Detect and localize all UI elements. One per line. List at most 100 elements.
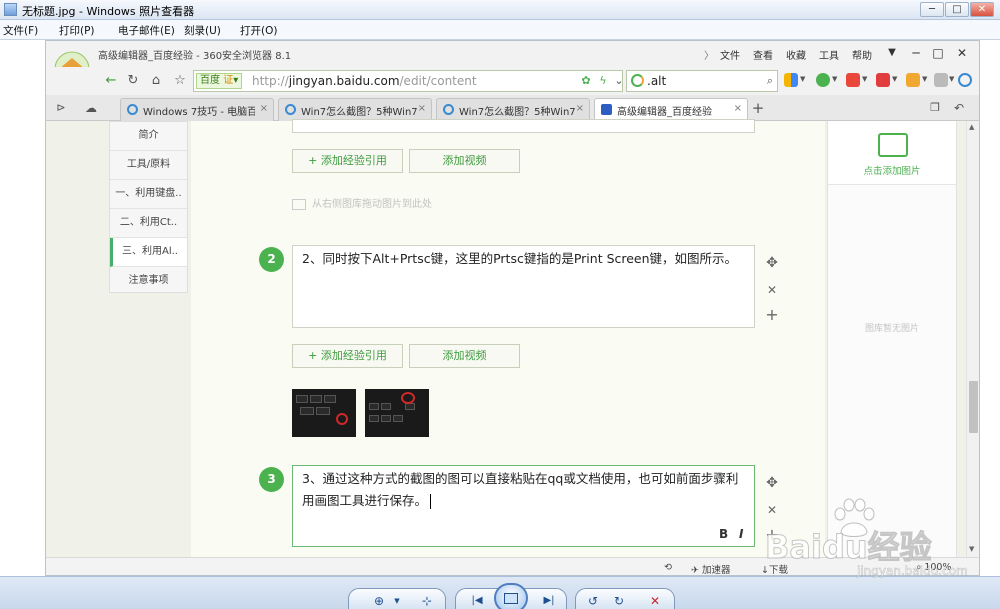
home-icon[interactable]: ⌂ (147, 72, 165, 90)
new-tab-button[interactable]: + (749, 99, 767, 117)
browser-close-button[interactable]: ✕ (954, 45, 970, 61)
menu-file[interactable]: 文件(F) (3, 23, 38, 38)
slideshow-button[interactable] (494, 583, 528, 609)
actual-size-icon[interactable]: ⊹ (418, 593, 436, 609)
menu-open[interactable]: 打开(O) (240, 23, 277, 38)
move-icon[interactable]: ✥ (764, 475, 780, 491)
nav-item-intro[interactable]: 简介 (110, 122, 187, 151)
browser-menu-favorites[interactable]: 收藏 (786, 47, 806, 62)
close-button[interactable]: ✕ (970, 2, 994, 17)
menu-email[interactable]: 电子邮件(E) (118, 23, 175, 38)
refresh-icon[interactable]: ↻ (124, 72, 142, 90)
tab-label: Win7怎么截图？5种Win7截 (301, 107, 417, 118)
tab-close-icon[interactable]: × (418, 103, 426, 114)
lightning-speed-icon[interactable]: ϟ (596, 74, 610, 88)
maximize-button[interactable]: □ (945, 2, 969, 17)
star-favorite-icon[interactable]: ☆ (171, 72, 189, 90)
nav-item-notes[interactable]: 注意事项 (110, 267, 187, 296)
italic-button[interactable]: I (739, 527, 743, 541)
tab-windows7-tips[interactable]: Windows 7技巧 - 电脑百科 × (120, 98, 274, 121)
search-icon[interactable]: ⌕ (767, 74, 773, 88)
shield-icon[interactable] (816, 73, 830, 87)
shirt-skin-icon[interactable]: ▼ (884, 45, 900, 61)
search-box[interactable]: ⌕ (626, 70, 778, 92)
watermark-brand: Baidu经验 (765, 528, 933, 567)
menu-print[interactable]: 打印(P) (59, 23, 95, 38)
chevron-down-icon[interactable]: ⌄ (612, 74, 626, 88)
next-image-icon[interactable]: ▶| (540, 593, 558, 609)
tab-advanced-editor[interactable]: 高级编辑器_百度经验 × (594, 98, 748, 121)
fire-icon[interactable] (846, 73, 860, 87)
browser-menu-file[interactable]: 文件 (720, 47, 740, 62)
search-engine-icon[interactable] (631, 74, 644, 87)
tab-close-icon[interactable]: × (576, 103, 584, 114)
tab-close-icon[interactable]: × (260, 103, 268, 114)
menu-burn[interactable]: 刻录(U) (184, 23, 221, 38)
address-url[interactable]: http://jingyan.baidu.com/edit/content (252, 74, 477, 88)
browser-maximize-button[interactable]: □ (930, 45, 946, 61)
zoom-search-icon[interactable] (958, 73, 972, 87)
accelerator-button[interactable]: ✈ 加速器 (691, 562, 731, 575)
zoom-dropdown-arrow-icon[interactable]: ▼ (388, 593, 406, 609)
dropdown-arrow-icon: ▼ (949, 75, 955, 83)
previous-image-icon[interactable]: |◀ (468, 593, 486, 609)
step-text-box-previous[interactable] (292, 119, 755, 133)
step-3-text-box[interactable]: 3、通过这种方式的截图的图可以直接粘贴在qq或文档使用，也可如前面步骤利用画图工… (292, 465, 755, 547)
add-reference-button[interactable]: + 添加经验引用 (292, 344, 403, 368)
rotate-left-icon[interactable]: ↺ (584, 593, 602, 609)
add-video-button[interactable]: 添加视频 (409, 149, 520, 173)
nav-item-ctrl[interactable]: 二、利用Ct.. (110, 209, 187, 238)
browser-menu-view[interactable]: 查看 (753, 47, 773, 62)
keyboard-image-thumbnail[interactable] (292, 389, 356, 437)
app-grid-icon[interactable] (784, 73, 798, 87)
site-verified-badge[interactable]: 百度 证▾ (196, 73, 243, 89)
add-image-label[interactable]: 点击添加图片 (828, 163, 956, 177)
add-step-icon[interactable]: + (764, 307, 780, 323)
delete-image-icon[interactable]: ✕ (646, 593, 664, 609)
gear-compat-icon[interactable]: ✿ (579, 74, 593, 88)
search-input[interactable] (647, 73, 757, 89)
tab-label: 高级编辑器_百度经验 (617, 107, 712, 118)
favicon-icon (285, 104, 296, 115)
undo-close-tab-icon[interactable]: ↶ (950, 99, 968, 117)
scroll-up-arrow-icon[interactable]: ▲ (969, 123, 974, 131)
browser-tab-row: ⊳ ☁ Windows 7技巧 - 电脑百科 × Win7怎么截图？5种Win7… (46, 95, 979, 121)
delete-icon[interactable]: ✕ (764, 282, 780, 298)
step-2-text-box[interactable]: 2、同时按下Alt+Prtsc键，这里的Prtsc键指的是Print Scree… (292, 245, 755, 328)
adblock-icon[interactable] (876, 73, 890, 87)
browser-menu-tools[interactable]: 工具 (819, 47, 839, 62)
image-tool-icon[interactable] (934, 73, 948, 87)
article-outline-nav: 简介 工具/原料 一、利用键盘.. 二、利用Ct.. 三、利用Al.. 注意事项 (109, 121, 188, 293)
tab-list-icon[interactable]: ❐ (926, 99, 944, 117)
move-icon[interactable]: ✥ (764, 255, 780, 271)
keyboard-image-thumbnail[interactable] (365, 389, 429, 437)
bold-button[interactable]: B (719, 527, 728, 541)
viewer-window-controls: ─ □ ✕ (919, 2, 994, 18)
browser-minimize-button[interactable]: ─ (908, 45, 924, 61)
add-reference-button[interactable]: + 添加经验引用 (292, 149, 403, 173)
sidebar-toggle-icon[interactable]: ⊳ (52, 99, 70, 117)
tab-close-icon[interactable]: × (734, 103, 742, 114)
browser-address-row: ← ↻ ⌂ ☆ 百度 证▾ http://jingyan.baidu.com/e… (46, 67, 979, 95)
zoom-magnifier-icon[interactable]: ⊕ (370, 593, 388, 609)
cloud-icon[interactable]: ☁ (82, 99, 100, 117)
baidu-paw-favicon-icon (601, 104, 612, 115)
scroll-thumb[interactable] (969, 381, 978, 433)
minimize-button[interactable]: ─ (920, 2, 944, 17)
compat-mode-icon[interactable]: ⟲ (664, 562, 672, 573)
screenshot-tool-icon[interactable] (906, 73, 920, 87)
add-video-button[interactable]: 添加视频 (409, 344, 520, 368)
step-number-badge: 2 (259, 247, 284, 272)
back-arrow-icon[interactable]: ← (102, 72, 120, 90)
rotate-right-icon[interactable]: ↻ (610, 593, 628, 609)
nav-item-keyboard[interactable]: 一、利用键盘.. (110, 180, 187, 209)
nav-item-alt[interactable]: 三、利用Al.. (110, 238, 187, 267)
address-bar[interactable]: 百度 证▾ http://jingyan.baidu.com/edit/cont… (193, 70, 626, 92)
add-image-card[interactable]: 点击添加图片 (828, 121, 956, 185)
tab-win7-screenshot-2[interactable]: Win7怎么截图？5种Win7截 × (436, 98, 590, 121)
tab-win7-screenshot-1[interactable]: Win7怎么截图？5种Win7截 × (278, 98, 432, 121)
browser-menu-help[interactable]: 帮助 (852, 47, 872, 62)
menu-chevron-icon[interactable]: 〉 (704, 47, 714, 62)
nav-item-tools[interactable]: 工具/原料 (110, 151, 187, 180)
add-image-icon[interactable] (878, 133, 908, 157)
